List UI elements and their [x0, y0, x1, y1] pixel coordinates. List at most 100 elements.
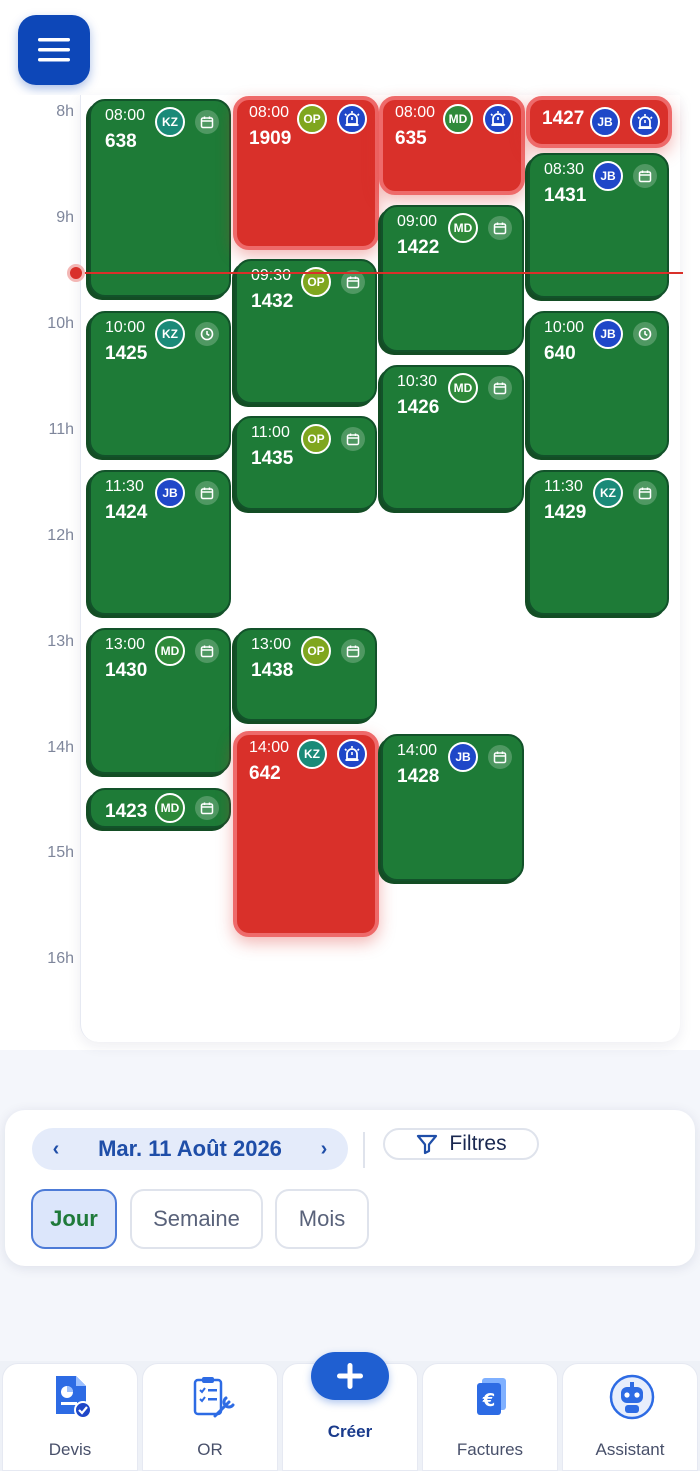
event-number: 1435 — [251, 448, 294, 469]
calendar-icon — [633, 481, 657, 505]
event-card[interactable]: 11:30 1424 JB — [89, 470, 231, 615]
event-time: 14:00 — [249, 739, 290, 756]
event-card[interactable]: 1427 JB — [526, 96, 672, 148]
event-number: 642 — [249, 763, 281, 784]
event-number: 1438 — [251, 660, 294, 681]
hour-label: 12h — [47, 527, 74, 544]
event-number: 1425 — [105, 343, 148, 364]
hour-label: 10h — [47, 315, 74, 332]
alarm-icon — [630, 107, 660, 137]
top-bar — [0, 0, 700, 95]
quote-document-icon — [49, 1374, 95, 1420]
event-number: 1424 — [105, 502, 148, 523]
day-calendar: 8h 9h 10h 11h 12h 13h 14h 15h 16h 08:00 638 KZ 10:0… — [0, 95, 700, 1050]
avatar: JB — [593, 161, 623, 191]
avatar: MD — [448, 213, 478, 243]
calendar-icon — [195, 639, 219, 663]
alarm-icon — [337, 739, 367, 769]
event-card[interactable]: 09:00 1422 MD — [381, 205, 524, 352]
event-card[interactable]: 14:00 1428 JB — [381, 734, 524, 881]
hour-label: 13h — [47, 633, 74, 650]
event-time: 08:00 — [105, 107, 146, 124]
robot-assistant-icon — [609, 1374, 655, 1420]
avatar: MD — [443, 104, 473, 134]
nav-item-factures[interactable]: € Factures — [422, 1363, 558, 1471]
hour-label: 15h — [47, 844, 74, 861]
event-card[interactable]: 10:00 640 JB — [528, 311, 669, 457]
event-time: 08:30 — [544, 161, 585, 178]
alarm-icon — [483, 104, 513, 134]
event-number: 1428 — [397, 766, 440, 787]
avatar: MD — [155, 793, 185, 823]
current-time-dot — [67, 264, 85, 282]
nav-item-or[interactable]: OR — [142, 1363, 278, 1471]
calendar-icon — [195, 110, 219, 134]
avatar: KZ — [297, 739, 327, 769]
event-number: 1422 — [397, 237, 440, 258]
invoice-euro-icon: € — [469, 1374, 515, 1420]
event-number: 640 — [544, 343, 576, 364]
chevron-right-icon[interactable]: › — [314, 1138, 334, 1161]
event-card[interactable]: 1423 MD — [89, 788, 231, 828]
calendar-icon — [488, 745, 512, 769]
event-number: 1430 — [105, 660, 148, 681]
event-card[interactable]: 08:00 638 KZ — [89, 99, 231, 297]
event-time: 10:30 — [397, 373, 438, 390]
view-day-button[interactable]: Jour — [31, 1189, 117, 1249]
nav-item-assistant[interactable]: Assistant — [562, 1363, 698, 1471]
clipboard-wrench-icon — [189, 1374, 235, 1420]
avatar: KZ — [593, 478, 623, 508]
event-number: 1427 — [542, 108, 585, 129]
avatar: OP — [301, 424, 331, 454]
create-label: Créer — [327, 1422, 373, 1441]
avatar: MD — [155, 636, 185, 666]
view-week-button[interactable]: Semaine — [130, 1189, 263, 1249]
event-card[interactable]: 11:30 1429 KZ — [528, 470, 669, 615]
event-time: 10:00 — [544, 319, 585, 336]
hour-label: 9h — [56, 209, 74, 226]
calendar-icon — [195, 481, 219, 505]
filter-icon — [417, 1134, 438, 1155]
calendar-icon — [341, 639, 365, 663]
chevron-left-icon[interactable]: ‹ — [46, 1138, 66, 1161]
event-card[interactable]: 11:00 1435 OP — [235, 416, 377, 510]
event-card[interactable]: 09:30 1432 OP — [235, 259, 377, 404]
event-card[interactable]: 14:00 642 KZ — [233, 731, 379, 937]
avatar: OP — [297, 104, 327, 134]
current-date[interactable]: Mar. 11 Août 2026 — [98, 1136, 282, 1162]
avatar: JB — [593, 319, 623, 349]
event-card[interactable]: 10:30 1426 MD — [381, 365, 524, 510]
current-time-line — [80, 272, 683, 274]
alarm-icon — [337, 104, 367, 134]
calendar-icon — [341, 427, 365, 451]
filter-button[interactable]: Filtres — [383, 1128, 539, 1160]
event-time: 09:30 — [251, 267, 292, 284]
event-card[interactable]: 13:00 1438 OP — [235, 628, 377, 721]
avatar: KZ — [155, 107, 185, 137]
app-root: 8h 9h 10h 11h 12h 13h 14h 15h 16h 08:00 638 KZ 10:0… — [0, 0, 700, 1471]
event-time: 11:30 — [105, 478, 144, 495]
event-time: 08:00 — [395, 104, 436, 121]
nav-item-devis[interactable]: Devis — [2, 1363, 138, 1471]
event-card[interactable]: 08:00 1909 OP — [233, 96, 379, 250]
event-time: 11:30 — [544, 478, 583, 495]
calendar-controls: ‹ Mar. 11 Août 2026 › Filtres Jour Semai… — [5, 1110, 695, 1266]
event-card[interactable]: 08:30 1431 JB — [528, 153, 669, 298]
create-button[interactable] — [311, 1352, 389, 1400]
menu-button[interactable] — [18, 15, 90, 85]
date-navigator: ‹ Mar. 11 Août 2026 › — [32, 1128, 348, 1170]
event-time: 13:00 — [251, 636, 292, 653]
calendar-icon — [633, 164, 657, 188]
event-number: 638 — [105, 131, 137, 152]
event-time: 13:00 — [105, 636, 146, 653]
event-time: 11:00 — [251, 424, 290, 441]
calendar-icon — [488, 376, 512, 400]
event-number: 1909 — [249, 128, 292, 149]
event-card[interactable]: 13:00 1430 MD — [89, 628, 231, 774]
event-card[interactable]: 10:00 1425 KZ — [89, 311, 231, 457]
event-time: 10:00 — [105, 319, 146, 336]
event-card[interactable]: 08:00 635 MD — [379, 96, 525, 195]
clock-icon — [633, 322, 657, 346]
view-month-button[interactable]: Mois — [275, 1189, 369, 1249]
calendar-icon — [488, 216, 512, 240]
